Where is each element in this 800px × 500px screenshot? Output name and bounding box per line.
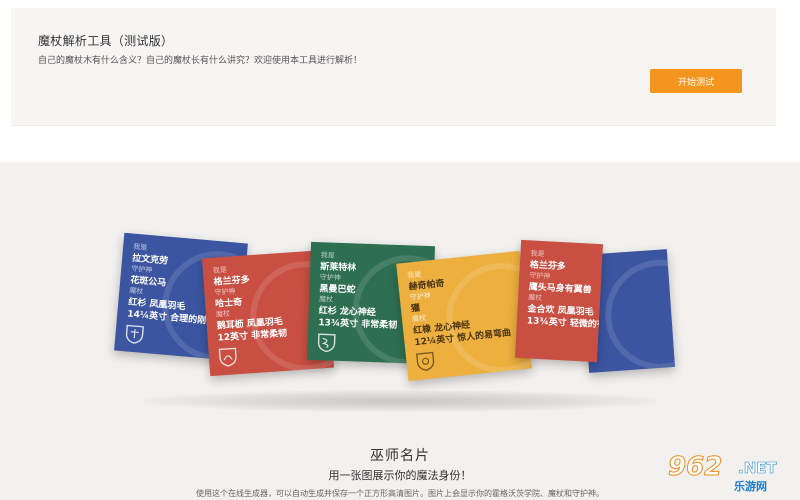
- house-crest-icon: [218, 347, 237, 367]
- card-patronus: 獾: [410, 303, 421, 315]
- wand-tool-panel: 魔杖解析工具（测试版） 自己的魔杖木有什么含义？自己的魔杖长有什么讲究？欢迎使用…: [11, 8, 776, 126]
- site-watermark-logo: 962 .NET 乐游网: [667, 452, 796, 496]
- cards-shadow: [140, 390, 660, 412]
- wizard-card-gryffindor-2: 我是 格兰芬多 守护神 鹰头马身有翼兽 魔杖 金合欢 凤凰羽毛 13¾英寸 轻微…: [514, 239, 604, 363]
- tool-title: 魔杖解析工具（测试版）: [38, 34, 174, 48]
- card-wand-length: 13¾英寸 轻微的有弹性: [526, 316, 604, 332]
- wizard-card-section: 我是 拉文克劳 守护神 花斑公马 魔杖 红杉 凤凰羽毛 14¼英寸 合理的刚硬 …: [0, 162, 800, 500]
- card-patronus: 黑曼巴蛇: [319, 284, 356, 296]
- watermark-site-name: 乐游网: [734, 480, 767, 493]
- tool-description: 自己的魔杖木有什么含义？自己的魔杖长有什么讲究？欢迎使用本工具进行解析！: [38, 56, 363, 66]
- card-house: 格兰芬多: [213, 275, 251, 288]
- card-showcase[interactable]: 我是 拉文克劳 守护神 花斑公马 魔杖 红杉 凤凰羽毛 14¼英寸 合理的刚硬 …: [0, 162, 800, 432]
- start-test-button[interactable]: 开始测试: [650, 69, 742, 93]
- watermark-net: .NET: [738, 459, 777, 478]
- section-divider: [0, 126, 800, 162]
- card-patronus: 哈士奇: [214, 297, 243, 310]
- card-wand-length: 13¾英寸 非常柔韧: [318, 318, 398, 331]
- card-decoration: [601, 256, 676, 373]
- card-house: 斯莱特林: [320, 262, 357, 274]
- house-crest-icon: [317, 333, 336, 353]
- house-crest-icon: [125, 324, 145, 344]
- watermark-number: 962: [667, 452, 723, 483]
- wizard-card-hufflepuff: 我是 赫奇帕奇 守护神 獾 魔杖 红橡 龙心神经 12¼英寸 惊人的易弯曲: [396, 250, 532, 382]
- house-crest-icon: [415, 351, 435, 371]
